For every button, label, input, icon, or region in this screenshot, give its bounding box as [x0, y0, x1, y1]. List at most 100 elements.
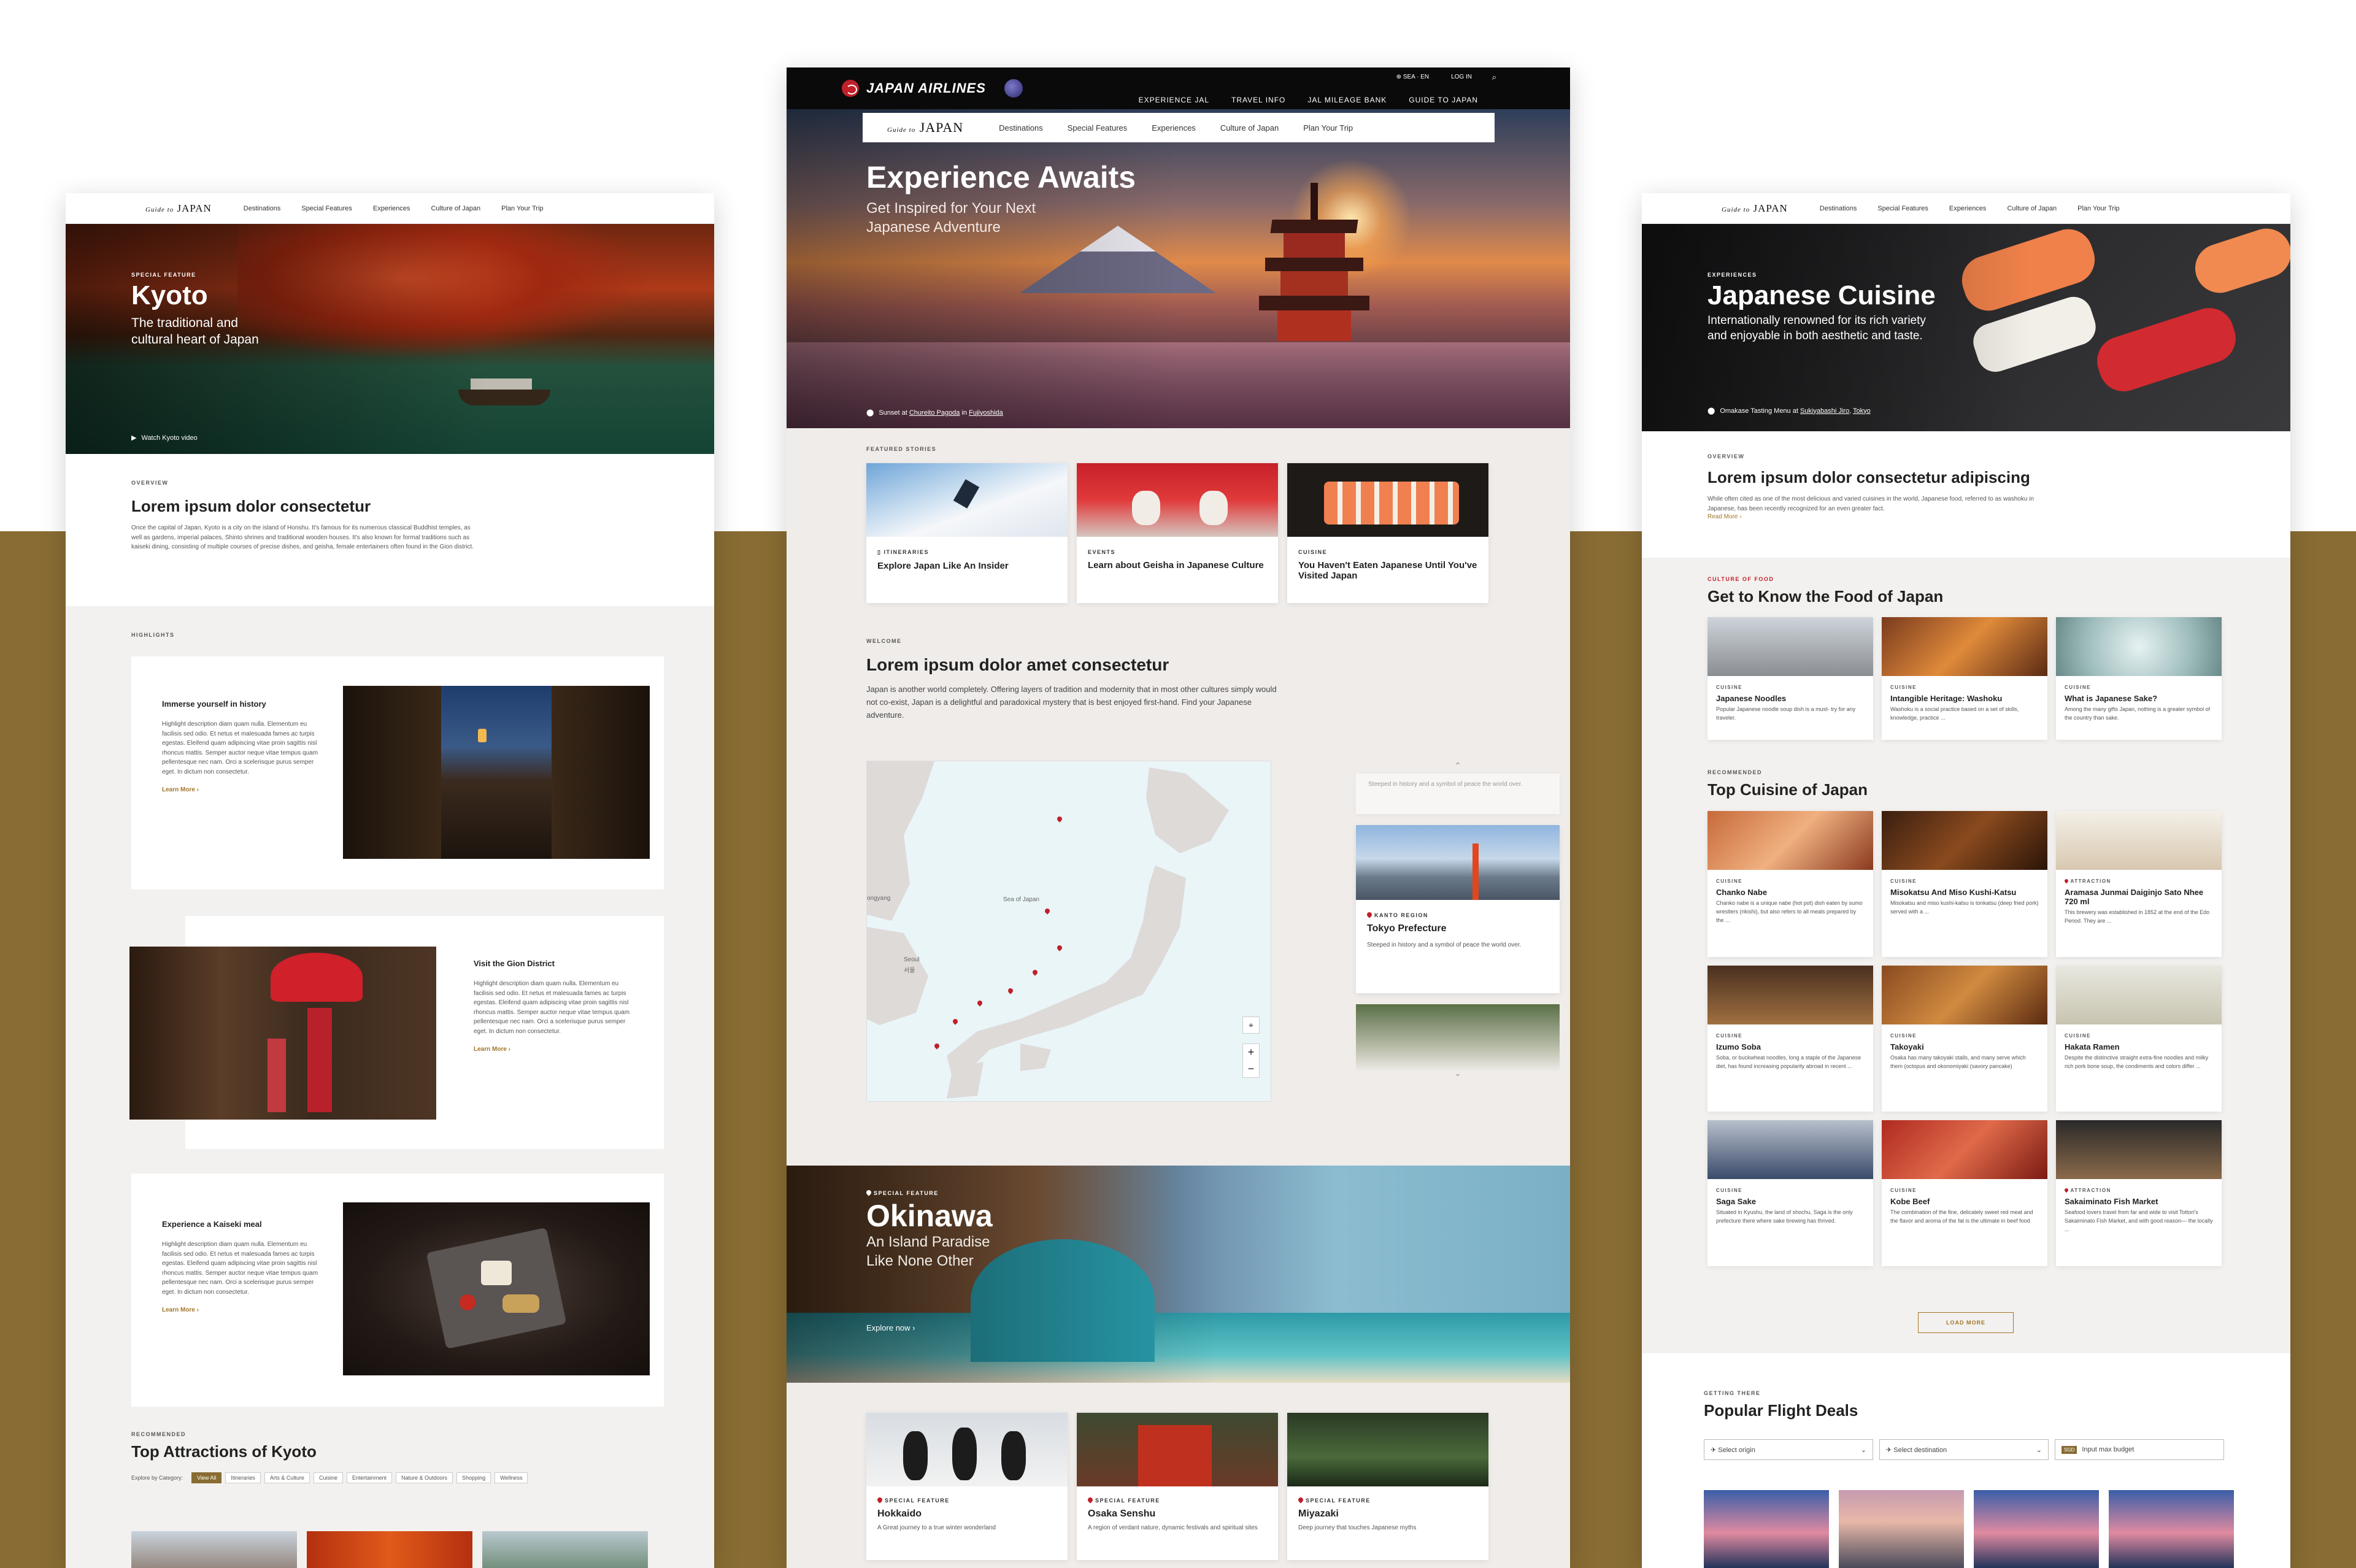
deal-image[interactable]	[2109, 1490, 2234, 1568]
cuisine-card[interactable]: Cuisine Kobe Beef The combination of the f…	[1882, 1120, 2047, 1266]
nav-experiences[interactable]: Experiences	[1949, 205, 1987, 212]
region-card-faded[interactable]: Steeped in history and a symbol of peace…	[1356, 774, 1560, 814]
nav-experiences[interactable]: Experiences	[1152, 123, 1196, 133]
cuisine-card[interactable]: Attraction Aramasa Junmai Daiginjo Sato N…	[2056, 811, 2222, 957]
food-card[interactable]: Cuisine What is Japanese Sake? Among the m…	[2056, 617, 2222, 740]
nav-special-features[interactable]: Special Features	[1877, 205, 1928, 212]
card-title: Hakata Ramen	[2065, 1042, 2120, 1051]
zoom-out-button[interactable]: −	[1243, 1061, 1259, 1077]
nav-culture[interactable]: Culture of Japan	[1220, 123, 1279, 133]
nav-destinations[interactable]: Destinations	[244, 205, 281, 212]
menu-mileage-bank[interactable]: JAL MILEAGE BANK	[1307, 96, 1387, 104]
deal-image[interactable]	[1704, 1490, 1829, 1568]
cuisine-card[interactable]: Cuisine Chanko Nabe Chanko nabe is a uniqu…	[1707, 811, 1873, 957]
menu-experience-jal[interactable]: EXPERIENCE JAL	[1139, 96, 1209, 104]
feature-card[interactable]: Special Feature Osaka Senshu A region of…	[1077, 1413, 1278, 1560]
card-category: Special Feature	[876, 1496, 1057, 1504]
japan-map[interactable]: Sea of Japan ongyang Seoul 서울 ⌖ + −	[866, 761, 1271, 1102]
login-link[interactable]: LOG IN	[1451, 74, 1472, 80]
origin-select[interactable]: ✈ Select origin ⌄	[1704, 1439, 1873, 1460]
cuisine-card[interactable]: Cuisine Takoyaki Osaka has many takoyaki s…	[1882, 966, 2047, 1112]
cuisine-card[interactable]: Cuisine Hakata Ramen Despite the distincti…	[2056, 966, 2222, 1112]
caption-link[interactable]: Fujiyoshida	[969, 409, 1003, 417]
nav-plan-trip[interactable]: Plan Your Trip	[1303, 123, 1353, 133]
jal-logo[interactable]: JAPAN AIRLINES	[842, 80, 986, 97]
nav-culture[interactable]: Culture of Japan	[2007, 205, 2057, 212]
menu-travel-info[interactable]: TRAVEL INFO	[1231, 96, 1285, 104]
nav-destinations[interactable]: Destinations	[999, 123, 1043, 133]
tag-nature[interactable]: Nature & Outdoors	[396, 1472, 453, 1483]
caption-link[interactable]: Chureito Pagoda	[909, 409, 960, 417]
guide-logo[interactable]: Guide to JAPAN	[1722, 202, 1788, 215]
nav-plan-trip[interactable]: Plan Your Trip	[2077, 205, 2120, 212]
card-body: Washoku is a social practice based on a …	[1890, 706, 2019, 721]
nav-culture[interactable]: Culture of Japan	[431, 205, 480, 212]
nav-special-features[interactable]: Special Features	[1068, 123, 1128, 133]
tag-itineraries[interactable]: Itineraries	[225, 1472, 261, 1483]
deal-image[interactable]	[1839, 1490, 1964, 1568]
featured-card[interactable]: Cuisine You Haven't Eaten Japanese Until…	[1287, 463, 1488, 603]
read-more-link[interactable]: Read More ›	[1707, 513, 2225, 520]
food-card[interactable]: Cuisine Japanese Noodles Popular Japanese …	[1707, 617, 1873, 740]
menu-guide-to-japan[interactable]: GUIDE TO JAPAN	[1409, 96, 1478, 104]
card-body: Situated in Kyushu, the land of shochu, …	[1716, 1209, 1853, 1224]
chevron-up-icon[interactable]: ⌃	[1356, 761, 1560, 771]
flight-filters: ✈ Select origin ⌄ ✈ Select destination ⌄ S…	[1704, 1439, 2224, 1460]
cuisine-card[interactable]: Attraction Sakaiminato Fish Market Seafood…	[2056, 1120, 2222, 1266]
overview-body: Once the capital of Japan, Kyoto is a ci…	[131, 525, 474, 550]
tag-wellness[interactable]: Wellness	[495, 1472, 528, 1483]
skier-image	[866, 463, 1068, 537]
budget-input[interactable]: SGD Input max budget	[2055, 1439, 2224, 1460]
card-body: The combination of the fine, delicately …	[1890, 1209, 2033, 1224]
tag-cuisine[interactable]: Cuisine	[313, 1472, 343, 1483]
location-pin-icon	[865, 1189, 872, 1196]
nav-experiences[interactable]: Experiences	[373, 205, 410, 212]
watch-video-button[interactable]: ▶ Watch Kyoto video	[131, 434, 198, 442]
caption-link[interactable]: Sukiyabashi Jiro	[1800, 407, 1849, 415]
feature-card[interactable]: Special Feature Hokkaido A Great journey…	[866, 1413, 1068, 1560]
learn-more-link[interactable]: Learn More ›	[162, 786, 321, 793]
kyoto-overview: Overview Lorem ipsum dolor consectetur O…	[66, 454, 714, 606]
guide-subnav: Guide to JAPAN Destinations Special Feat…	[1642, 193, 2290, 224]
locate-icon[interactable]: ⌖	[1242, 1017, 1260, 1034]
nav-destinations[interactable]: Destinations	[1820, 205, 1857, 212]
zoom-in-button[interactable]: +	[1243, 1044, 1259, 1061]
attraction-image-kiyomizu[interactable]	[131, 1531, 297, 1568]
tag-shopping[interactable]: Shopping	[456, 1472, 491, 1483]
tag-entertainment[interactable]: Entertainment	[346, 1472, 392, 1483]
jal-crane-icon	[842, 80, 859, 97]
guide-logo[interactable]: Guide to JAPAN	[887, 120, 963, 136]
region-card[interactable]: Kanto Region Tokyo Prefecture Steeped in…	[1356, 825, 1560, 993]
cuisine-card[interactable]: Cuisine Izumo Soba Soba, or buckwheat nood…	[1707, 966, 1873, 1112]
cuisine-image	[1707, 1120, 1873, 1179]
nav-special-features[interactable]: Special Features	[301, 205, 352, 212]
featured-card[interactable]: ▯ Itineraries Explore Japan Like An Insi…	[866, 463, 1068, 603]
cuisine-card[interactable]: Cuisine Misokatsu And Miso Kushi-Katsu Mis…	[1882, 811, 2047, 957]
cuisine-sections: Culture of Food Get to Know the Food of …	[1642, 558, 2290, 1353]
featured-card[interactable]: Events Learn about Geisha in Japanese Cu…	[1077, 463, 1278, 603]
nav-plan-trip[interactable]: Plan Your Trip	[501, 205, 544, 212]
card-category: Kanto Region	[1366, 911, 1549, 918]
deal-image[interactable]	[1974, 1490, 2099, 1568]
destination-select[interactable]: ✈ Select destination ⌄	[1879, 1439, 2049, 1460]
tag-view-all[interactable]: View All	[191, 1472, 222, 1483]
tag-arts-culture[interactable]: Arts & Culture	[264, 1472, 310, 1483]
language-selector[interactable]: ⊕ SEA · EN	[1396, 74, 1429, 80]
search-icon[interactable]: ⌕	[1492, 72, 1496, 82]
load-more-button[interactable]: Load More	[1918, 1312, 2014, 1333]
card-title: Explore Japan Like An Insider	[877, 561, 1009, 571]
attraction-image-arashiyama[interactable]	[482, 1531, 648, 1568]
guide-logo[interactable]: Guide to JAPAN	[145, 202, 212, 215]
region-card-next[interactable]	[1356, 1004, 1560, 1072]
cuisine-card[interactable]: Cuisine Saga Sake Situated in Kyushu, the …	[1707, 1120, 1873, 1266]
learn-more-link[interactable]: Learn More ›	[162, 1307, 321, 1313]
feature-card[interactable]: Special Feature Miyazaki Deep journey th…	[1287, 1413, 1488, 1560]
attraction-image-fushimi[interactable]	[307, 1531, 472, 1568]
learn-more-link[interactable]: Learn More ›	[474, 1046, 633, 1053]
jal-main-menu: EXPERIENCE JAL TRAVEL INFO JAL MILEAGE B…	[1139, 96, 1478, 104]
guide-floating-nav: Guide to JAPAN Destinations Special Feat…	[863, 113, 1495, 142]
food-card[interactable]: Cuisine Intangible Heritage: Washoku Washo…	[1882, 617, 2047, 740]
cuisine-image	[1882, 811, 2047, 870]
caption-link[interactable]: Tokyo	[1853, 407, 1871, 415]
explore-now-link[interactable]: Explore now ›	[866, 1323, 993, 1332]
